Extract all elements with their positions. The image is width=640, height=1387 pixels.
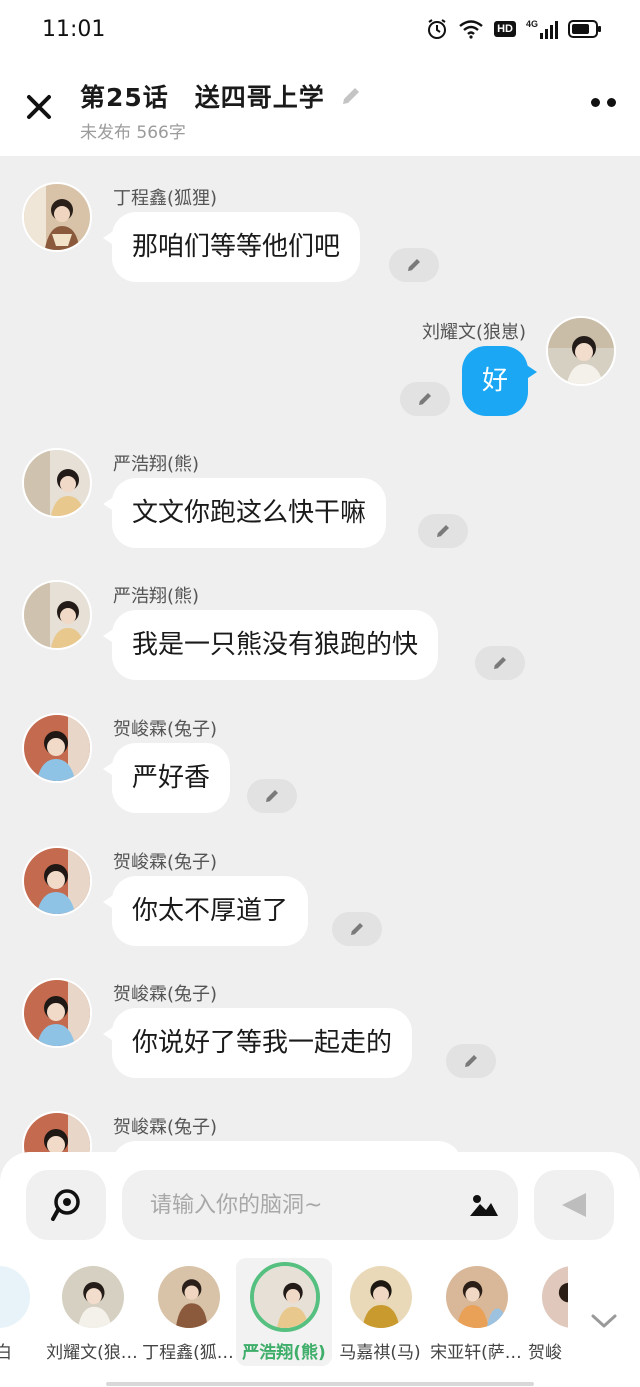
edit-message-button[interactable]: [418, 514, 468, 548]
character-label: 白: [0, 1343, 12, 1363]
edit-message-button[interactable]: [475, 646, 525, 680]
sender-name: 刘耀文(狼崽): [421, 322, 526, 343]
sender-name: 贺峻霖(兔子): [113, 719, 218, 740]
character-label: 丁程鑫(狐…: [142, 1343, 234, 1363]
avatar[interactable]: [22, 713, 92, 783]
battery-icon: [568, 20, 601, 38]
more-icon[interactable]: [591, 98, 616, 107]
chat-message: 严浩翔(熊) 文文你跑这么快干嘛: [0, 448, 640, 558]
edit-message-button[interactable]: [247, 779, 297, 813]
message-bubble[interactable]: 你太不厚道了: [102, 876, 309, 946]
pencil-icon: [465, 1055, 477, 1067]
network-type: 4G: [525, 19, 538, 29]
publish-status: 未发布 566字: [80, 123, 186, 143]
status-time: 11:01: [42, 16, 106, 42]
character-item-selected[interactable]: 严浩翔(熊): [236, 1258, 332, 1366]
avatar[interactable]: [22, 846, 92, 916]
sender-name: 严浩翔(熊): [113, 586, 200, 607]
pencil-icon: [437, 525, 449, 537]
avatar[interactable]: [22, 448, 92, 518]
message-bubble[interactable]: 文文你跑这么快干嘛: [102, 478, 387, 548]
character-label: 严浩翔(熊): [242, 1343, 326, 1363]
pencil-icon: [351, 923, 363, 935]
edit-message-button[interactable]: [446, 1044, 496, 1078]
pencil-icon: [408, 259, 420, 271]
character-avatar: [542, 1266, 568, 1328]
avatar[interactable]: [546, 316, 616, 386]
character-item[interactable]: 马嘉祺(马): [332, 1258, 428, 1366]
edit-message-button[interactable]: [389, 248, 439, 282]
alarm-icon: [428, 19, 447, 39]
sender-name: 贺峻霖(兔子): [113, 984, 218, 1005]
character-avatar: [62, 1266, 124, 1328]
send-button[interactable]: [534, 1170, 614, 1240]
composer-panel: 白 刘耀文(狼… 丁程鑫(狐… 严浩翔(熊) 马嘉祺(马): [0, 1152, 640, 1387]
close-icon[interactable]: [22, 90, 56, 124]
message-bubble[interactable]: 那咱们等等他们吧: [102, 212, 361, 282]
sender-name: 贺峻霖(兔子): [113, 852, 218, 873]
character-avatar: [250, 1262, 320, 1332]
status-icons: HD 4G: [426, 18, 602, 40]
sender-name: 严浩翔(熊): [113, 454, 200, 475]
message-bubble[interactable]: 你说好了等我一起走的: [102, 1008, 413, 1078]
chat-list[interactable]: 丁程鑫(狐狸) 那咱们等等他们吧 刘耀文(狼崽) 好 严浩翔(熊) 文文你跑这么…: [0, 156, 640, 1156]
wifi-icon: [459, 20, 483, 39]
send-icon: [562, 1193, 586, 1217]
sender-name: 丁程鑫(狐狸): [113, 188, 218, 209]
sender-name: 贺峻霖(兔子): [113, 1117, 218, 1138]
character-label: 贺峻: [528, 1343, 562, 1363]
pencil-icon: [266, 790, 278, 802]
character-item[interactable]: 刘耀文(狼…: [44, 1258, 140, 1366]
character-label: 宋亚轩(萨…: [430, 1343, 522, 1363]
pencil-icon: [419, 393, 431, 405]
voice-icon: [51, 1189, 80, 1221]
character-item[interactable]: 贺峻: [524, 1258, 568, 1366]
chat-message: 丁程鑫(狐狸) 那咱们等等他们吧: [0, 182, 640, 292]
character-avatar: [0, 1266, 30, 1328]
message-bubble[interactable]: 严好香: [102, 743, 231, 813]
chat-message: 贺峻霖(兔子) 严好香: [0, 713, 640, 823]
voice-button[interactable]: [26, 1170, 106, 1240]
editor-header: 第25话 送四哥上学 未发布 566字: [0, 58, 640, 156]
page-title: 第25话 送四哥上学: [80, 83, 325, 112]
character-label: 刘耀文(狼…: [46, 1343, 138, 1363]
message-bubble[interactable]: 好: [461, 346, 538, 416]
signal-icon: 4G: [526, 19, 558, 39]
chat-message: 刘耀文(狼崽) 好: [0, 316, 640, 426]
character-item[interactable]: 丁程鑫(狐…: [140, 1258, 236, 1366]
story-input-container: [122, 1170, 518, 1240]
chat-message: 贺峻霖(兔子): [0, 1111, 640, 1156]
character-item[interactable]: 宋亚轩(萨…: [428, 1258, 524, 1366]
character-label: 马嘉祺(马): [339, 1343, 421, 1363]
character-avatar: [158, 1266, 220, 1328]
edit-message-button[interactable]: [332, 912, 382, 946]
avatar[interactable]: [22, 182, 92, 252]
pencil-icon: [494, 657, 506, 669]
avatar[interactable]: [22, 580, 92, 650]
home-indicator: [106, 1382, 534, 1386]
edit-message-button[interactable]: [400, 382, 450, 416]
pencil-icon[interactable]: [339, 84, 363, 108]
avatar[interactable]: [22, 978, 92, 1048]
character-selector[interactable]: 白 刘耀文(狼… 丁程鑫(狐… 严浩翔(熊) 马嘉祺(马) 宋亚轩(萨… 贺峻: [0, 1258, 640, 1370]
message-bubble[interactable]: 我是一只熊没有狼跑的快: [102, 610, 439, 680]
character-avatar: [446, 1266, 508, 1328]
title-row: 第25话 送四哥上学: [80, 78, 363, 114]
character-avatar: [350, 1266, 412, 1328]
chevron-down-icon[interactable]: [590, 1312, 618, 1330]
story-input[interactable]: [150, 1192, 450, 1218]
status-bar: 11:01 HD 4G: [0, 0, 640, 58]
image-icon[interactable]: [468, 1190, 500, 1218]
chat-message: 严浩翔(熊) 我是一只熊没有狼跑的快: [0, 580, 640, 690]
avatar[interactable]: [22, 1111, 92, 1156]
chat-message: 贺峻霖(兔子) 你说好了等我一起走的: [0, 978, 640, 1088]
hd-badge: HD: [494, 21, 516, 37]
chat-message: 贺峻霖(兔子) 你太不厚道了: [0, 846, 640, 956]
